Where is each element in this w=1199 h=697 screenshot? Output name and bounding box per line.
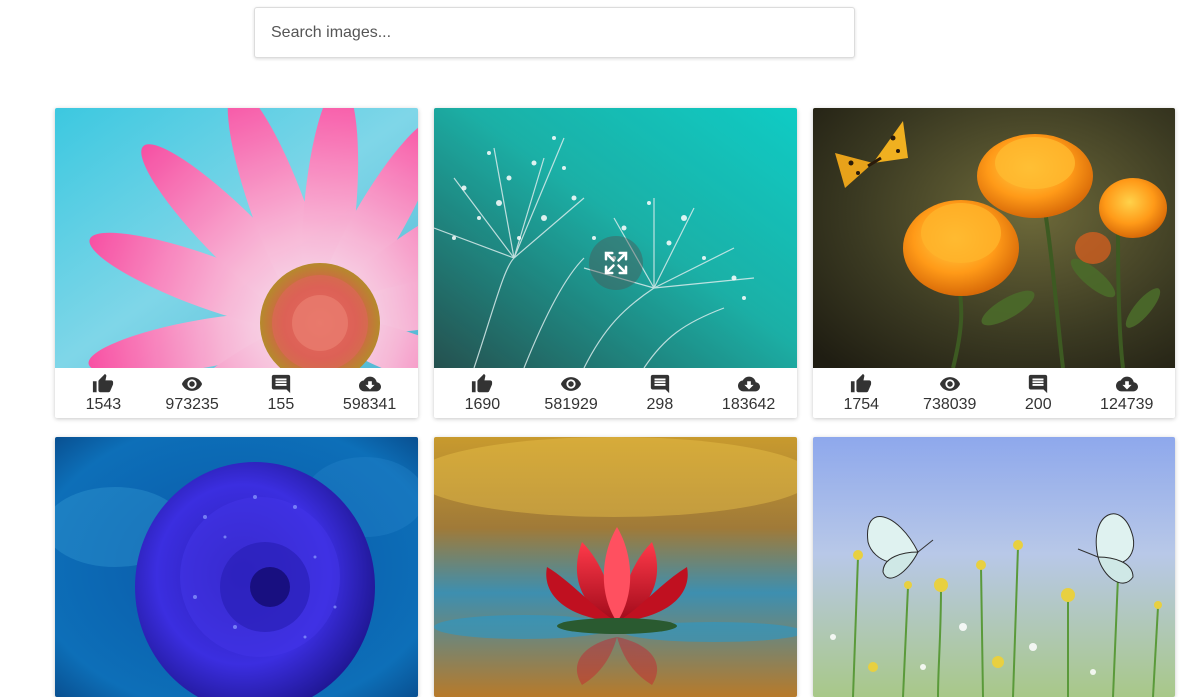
- views-count: 738039: [923, 395, 977, 413]
- cloud-download-icon: [1115, 376, 1138, 391]
- image-thumbnail[interactable]: [434, 437, 797, 697]
- red-lotus-image: [434, 437, 797, 697]
- comments-count: 200: [1024, 395, 1052, 413]
- search-bar[interactable]: [254, 7, 855, 58]
- orange-flowers-butterfly-image: [813, 108, 1175, 368]
- comments-count: 298: [646, 395, 674, 413]
- image-card[interactable]: [434, 437, 797, 697]
- downloads-count: 124739: [1100, 395, 1154, 413]
- image-thumbnail[interactable]: [55, 437, 418, 697]
- image-card[interactable]: 1543 973235 155 598341: [55, 108, 418, 418]
- blue-rose-image: [55, 437, 418, 697]
- views-count: 973235: [165, 395, 219, 413]
- image-card[interactable]: 1754 738039 200 124739: [813, 108, 1175, 418]
- likes-stat: 1690: [438, 373, 527, 414]
- likes-count: 1754: [843, 395, 880, 413]
- downloads-stat: 598341: [325, 373, 414, 414]
- image-card[interactable]: [55, 437, 418, 697]
- eye-icon: [182, 376, 203, 391]
- cloud-download-icon: [358, 376, 381, 391]
- likes-stat: 1754: [817, 373, 906, 414]
- cloud-download-icon: [737, 376, 760, 391]
- thumbs-up-icon: [472, 373, 493, 392]
- expand-button[interactable]: [589, 236, 643, 290]
- comments-stat: 155: [237, 373, 326, 414]
- fullscreen-icon: [604, 251, 628, 275]
- image-thumbnail[interactable]: [813, 437, 1175, 697]
- pink-daisy-image: [55, 108, 418, 368]
- search-input[interactable]: [255, 8, 854, 57]
- comment-icon: [1029, 374, 1048, 393]
- downloads-stat: 124739: [1083, 373, 1172, 414]
- eye-icon: [939, 376, 960, 391]
- eye-icon: [561, 376, 582, 391]
- image-thumbnail[interactable]: [813, 108, 1175, 368]
- comments-stat: 298: [616, 373, 705, 414]
- thumbs-up-icon: [851, 373, 872, 392]
- comment-icon: [271, 374, 291, 393]
- views-count: 581929: [544, 395, 598, 413]
- likes-stat: 1543: [59, 373, 148, 414]
- image-card[interactable]: [813, 437, 1175, 697]
- image-thumbnail[interactable]: [55, 108, 418, 368]
- downloads-count: 598341: [342, 395, 397, 413]
- image-stats: 1543 973235 155 598341: [55, 368, 418, 418]
- likes-count: 1543: [85, 395, 122, 413]
- white-butterflies-image: [813, 437, 1175, 697]
- comments-stat: 200: [994, 373, 1083, 414]
- thumbs-up-icon: [93, 373, 114, 392]
- image-card[interactable]: 1690 581929 298 183642: [434, 108, 797, 418]
- image-grid: 1543 973235 155 598341 1690 581929 298 1…: [55, 108, 1176, 697]
- views-stat: 973235: [148, 373, 237, 414]
- comments-count: 155: [267, 395, 295, 413]
- comment-icon: [650, 374, 670, 393]
- views-stat: 738039: [906, 373, 995, 414]
- views-stat: 581929: [527, 373, 616, 414]
- downloads-stat: 183642: [704, 373, 793, 414]
- image-thumbnail[interactable]: [434, 108, 797, 368]
- downloads-count: 183642: [721, 395, 776, 413]
- image-stats: 1690 581929 298 183642: [434, 368, 797, 418]
- image-stats: 1754 738039 200 124739: [813, 368, 1175, 418]
- likes-count: 1690: [464, 395, 501, 413]
